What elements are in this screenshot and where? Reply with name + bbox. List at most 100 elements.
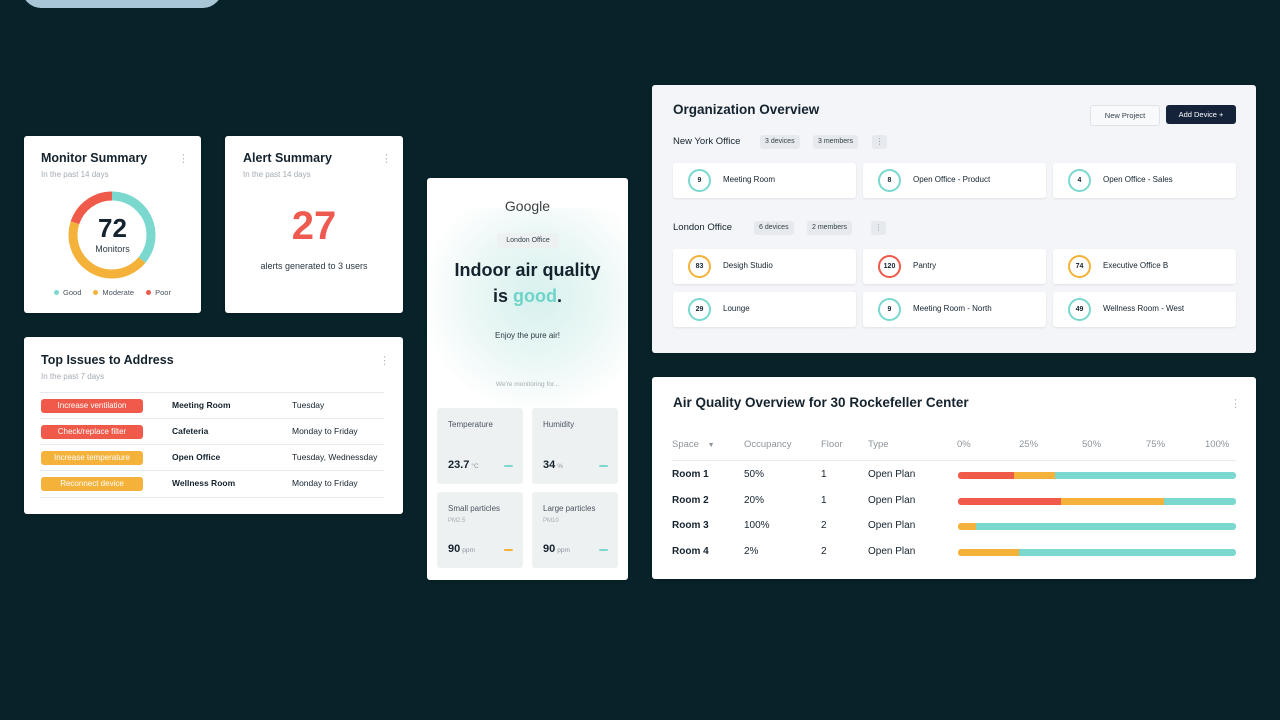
alert-summary-subtitle: In the past 14 days	[243, 170, 311, 179]
alert-summary-card: Alert Summary In the past 14 days ⋮ 27 a…	[225, 136, 403, 313]
row-type: Open Plan	[868, 520, 916, 531]
issue-badge[interactable]: Increase temperature	[41, 451, 143, 465]
issue-when: Tuesday	[292, 400, 325, 410]
issue-badge[interactable]: Reconnect device	[41, 477, 143, 491]
phone-card: Google London Office Indoor air quality …	[427, 178, 628, 580]
issue-when: Tuesday, Wednessday	[292, 452, 378, 462]
room-name: Wellness Room - West	[1103, 304, 1185, 313]
room-score-badge: 8	[878, 169, 901, 192]
bar-segment-moderate	[1060, 497, 1164, 505]
space-header[interactable]: Space ▼	[672, 439, 715, 450]
room-score-badge: 74	[1068, 255, 1091, 278]
row-type: Open Plan	[868, 545, 916, 557]
row-space: Room 3	[672, 520, 709, 531]
room-card[interactable]: 9 Meeting Room - North	[863, 292, 1046, 327]
metric-number: 23.7	[448, 459, 470, 471]
row-space: Room 1	[672, 469, 709, 480]
room-card[interactable]: 4 Open Office - Sales	[1053, 163, 1236, 198]
more-options-icon[interactable]: ⋮	[872, 135, 887, 149]
row-floor: 2	[821, 520, 827, 531]
monitor-summary-card: Monitor Summary In the past 14 days ⋮ 72…	[24, 136, 201, 313]
metric-value: 23.7 °C	[448, 459, 479, 471]
issue-room: Wellness Room	[172, 478, 236, 488]
issue-badge[interactable]: Increase ventilation	[41, 399, 143, 413]
more-options-icon[interactable]: ⋮	[871, 221, 886, 235]
chevron-down-icon[interactable]: ▼	[708, 442, 715, 449]
members-chip: 3 members	[813, 135, 859, 149]
new-project-button[interactable]: New Project	[1090, 105, 1160, 126]
more-options-icon[interactable]: ⋮	[178, 154, 189, 165]
metric-value: 90 ppm	[543, 543, 570, 555]
enjoy-text: Enjoy the pure air!	[495, 331, 560, 340]
status-dash-icon	[599, 465, 608, 467]
more-options-icon[interactable]: ⋮	[379, 356, 390, 367]
monitoring-text: We're monitoring for...	[495, 381, 560, 388]
room-name: Lounge	[723, 304, 750, 313]
row-space: Room 4	[672, 545, 709, 557]
metric-value: 34%	[543, 459, 563, 471]
monitor-count: 72	[98, 213, 127, 243]
room-card[interactable]: 74 Executive Office B	[1053, 249, 1236, 284]
type-header: Type	[868, 439, 889, 450]
room-card[interactable]: 120 Pantry	[863, 249, 1046, 284]
devices-chip: 3 devices	[760, 135, 800, 149]
more-options-icon[interactable]: ⋮	[1230, 399, 1241, 410]
scale-tick-label: 50%	[1082, 439, 1102, 450]
room-score-badge: 29	[688, 298, 711, 321]
add-device-button[interactable]: Add Device +	[1166, 105, 1236, 124]
room-name: Meeting Room	[723, 175, 776, 184]
issue-row: Increase temperature Open Office Tuesday, …	[40, 444, 384, 471]
monitor-summary-title: Monitor Summary	[41, 151, 148, 165]
metric-tile: Humidity 34%	[532, 408, 618, 484]
issue-when: Monday to Friday	[292, 426, 358, 436]
room-card[interactable]: 8 Open Office - Product	[863, 163, 1046, 198]
top-issues-card: Top Issues to Address In the past 7 days…	[24, 337, 403, 514]
metric-unit: °C	[471, 463, 479, 470]
row-floor: 1	[821, 469, 827, 480]
room-name: Open Office - Product	[913, 175, 991, 184]
metric-value: 90 ppm	[448, 543, 475, 555]
issue-badge[interactable]: Check/replace filter	[41, 425, 143, 439]
office-name: London Office	[673, 222, 732, 233]
issue-row: Reconnect device Wellness Room Monday to F…	[40, 470, 384, 498]
occupancy-header: Occupancy	[744, 439, 792, 450]
metric-label: Small particles	[448, 504, 501, 513]
members-chip: 2 members	[807, 221, 853, 235]
more-options-icon[interactable]: ⋮	[381, 154, 392, 165]
air-quality-bar	[958, 548, 1236, 556]
room-score-badge: 9	[688, 169, 711, 192]
floor-header: Floor	[821, 439, 843, 450]
top-pill-decoration	[22, 0, 222, 8]
org-title: Organization Overview	[673, 102, 820, 117]
row-occupancy: 20%	[744, 494, 765, 506]
bar-segment-good	[976, 523, 1236, 530]
issue-room: Open Office	[172, 452, 221, 462]
metric-unit: ppm	[462, 547, 475, 554]
headline-line-2: is good.	[427, 286, 628, 307]
bar-segment-poor	[958, 472, 1014, 479]
issue-row: Check/replace filter Cafeteria Monday to F…	[40, 418, 384, 445]
room-card[interactable]: 83 Desigh Studio	[673, 249, 856, 284]
metric-sublabel: PM10	[543, 518, 559, 524]
row-occupancy: 2%	[744, 545, 759, 557]
room-card[interactable]: 49 Wellness Room - West	[1053, 292, 1236, 327]
good-dot-icon	[54, 290, 60, 295]
bar-segment-good	[1055, 472, 1236, 479]
row-floor: 2	[821, 545, 827, 557]
air-quality-bar	[958, 497, 1236, 505]
headline-status-word: good	[513, 286, 557, 306]
scale-tick-label: 100%	[1205, 439, 1230, 450]
room-name: Meeting Room - North	[913, 304, 992, 313]
status-dash-icon	[504, 465, 513, 467]
air-quality-bar	[958, 472, 1236, 479]
row-occupancy: 50%	[744, 469, 765, 480]
air-quality-overview-card: Air Quality Overview for 30 Rockefeller …	[652, 377, 1256, 579]
metric-label: Temperature	[448, 420, 493, 429]
room-score-badge: 4	[1068, 169, 1091, 192]
bar-segment-good	[1019, 548, 1236, 556]
room-card[interactable]: 29 Lounge	[673, 292, 856, 327]
office-badge[interactable]: London Office	[497, 233, 559, 248]
legend-moderate: Moderate	[93, 288, 134, 297]
issue-room: Cafeteria	[172, 426, 209, 436]
room-card[interactable]: 9 Meeting Room	[673, 163, 856, 198]
